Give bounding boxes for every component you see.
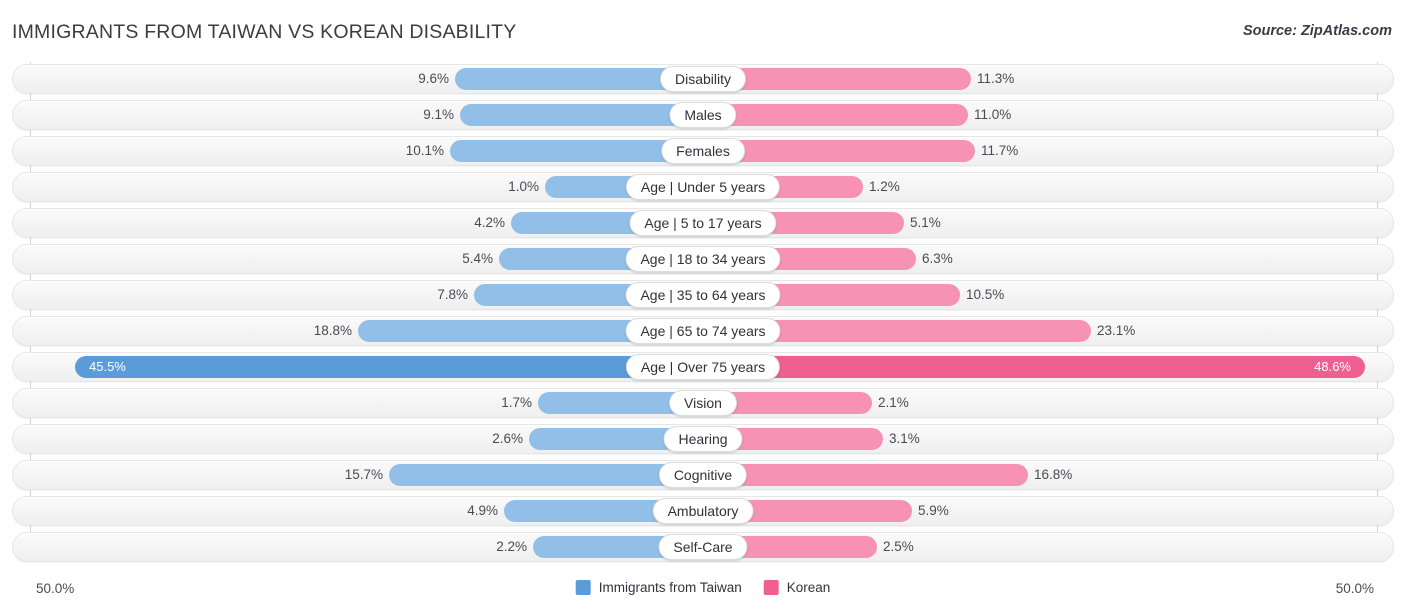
source-attribution: Source: ZipAtlas.com [1243,23,1392,39]
row-label-pill: Age | Under 5 years [626,174,780,200]
bar-korean [703,356,1365,378]
chart-page: IMMIGRANTS FROM TAIWAN VS KOREAN DISABIL… [0,0,1406,612]
table-row[interactable]: 9.1% 11.0% Males [0,100,1406,130]
row-label-pill: Age | 35 to 64 years [625,282,780,308]
row-label-pill: Females [661,138,745,164]
value-label-right: 23.1% [1097,316,1177,346]
value-label-left: 1.0% [469,172,539,202]
value-label-left: 7.8% [398,280,468,310]
value-label-right: 10.5% [966,280,1046,310]
value-label-left: 2.2% [457,532,527,562]
chart-legend: Immigrants from Taiwan Korean [576,580,831,595]
row-label-pill: Self-Care [658,534,747,560]
value-label-right: 11.0% [974,100,1054,130]
value-label-right: 16.8% [1034,460,1114,490]
table-row[interactable]: 18.8% 23.1% Age | 65 to 74 years [0,316,1406,346]
value-label-right: 5.1% [910,208,990,238]
bar-korean [703,104,968,126]
row-label-pill: Cognitive [659,462,747,488]
table-row[interactable]: 2.2% 2.5% Self-Care [0,532,1406,562]
value-label-left: 10.1% [374,136,444,166]
chart-footer: 50.0% 50.0% Immigrants from Taiwan Korean [0,572,1406,612]
value-label-right: 11.7% [981,136,1061,166]
table-row[interactable]: 5.4% 6.3% Age | 18 to 34 years [0,244,1406,274]
table-row[interactable]: 45.5% 48.6% Age | Over 75 years [0,352,1406,382]
legend-label: Immigrants from Taiwan [599,580,742,595]
value-label-left: 1.7% [462,388,532,418]
value-label-left: 45.5% [89,352,159,382]
value-label-right: 6.3% [922,244,1002,274]
value-label-left: 5.4% [423,244,493,274]
value-label-right: 11.3% [977,64,1057,94]
row-label-pill: Males [669,102,736,128]
legend-swatch-icon [576,580,591,595]
table-row[interactable]: 15.7% 16.8% Cognitive [0,460,1406,490]
axis-label-left: 50.0% [36,581,74,596]
table-row[interactable]: 4.2% 5.1% Age | 5 to 17 years [0,208,1406,238]
row-label-pill: Age | 65 to 74 years [625,318,780,344]
legend-swatch-icon [764,580,779,595]
value-label-left: 9.6% [379,64,449,94]
legend-item[interactable]: Immigrants from Taiwan [576,580,742,595]
bar-immigrants-from-taiwan [75,356,703,378]
bar-korean [703,464,1028,486]
bar-immigrants-from-taiwan [460,104,703,126]
legend-item[interactable]: Korean [764,580,831,595]
page-title: IMMIGRANTS FROM TAIWAN VS KOREAN DISABIL… [12,21,516,44]
row-label-pill: Age | 5 to 17 years [629,210,776,236]
value-label-right: 5.9% [918,496,998,526]
table-row[interactable]: 4.9% 5.9% Ambulatory [0,496,1406,526]
chart-rows: 9.6% 11.3% Disability 9.1% 11.0% Males 10.1% 11… [0,64,1406,568]
value-label-right: 3.1% [889,424,969,454]
value-label-right: 48.6% [1281,352,1351,382]
chart-plot-area: 9.6% 11.3% Disability 9.1% 11.0% Males 10.1% 11… [0,60,1406,572]
table-row[interactable]: 9.6% 11.3% Disability [0,64,1406,94]
value-label-right: 2.1% [878,388,958,418]
chart-header: IMMIGRANTS FROM TAIWAN VS KOREAN DISABIL… [0,0,1406,56]
value-label-left: 2.6% [453,424,523,454]
table-row[interactable]: 1.7% 2.1% Vision [0,388,1406,418]
legend-label: Korean [787,580,831,595]
value-label-right: 2.5% [883,532,963,562]
row-label-pill: Disability [660,66,746,92]
value-label-left: 18.8% [282,316,352,346]
value-label-left: 4.2% [435,208,505,238]
value-label-left: 9.1% [384,100,454,130]
row-label-pill: Age | Over 75 years [626,354,780,380]
table-row[interactable]: 7.8% 10.5% Age | 35 to 64 years [0,280,1406,310]
row-label-pill: Vision [669,390,737,416]
row-label-pill: Hearing [663,426,742,452]
value-label-left: 15.7% [313,460,383,490]
bar-immigrants-from-taiwan [389,464,703,486]
table-row[interactable]: 10.1% 11.7% Females [0,136,1406,166]
axis-label-right: 50.0% [1336,581,1374,596]
row-label-pill: Age | 18 to 34 years [625,246,780,272]
table-row[interactable]: 2.6% 3.1% Hearing [0,424,1406,454]
value-label-right: 1.2% [869,172,949,202]
row-label-pill: Ambulatory [653,498,754,524]
table-row[interactable]: 1.0% 1.2% Age | Under 5 years [0,172,1406,202]
value-label-left: 4.9% [428,496,498,526]
